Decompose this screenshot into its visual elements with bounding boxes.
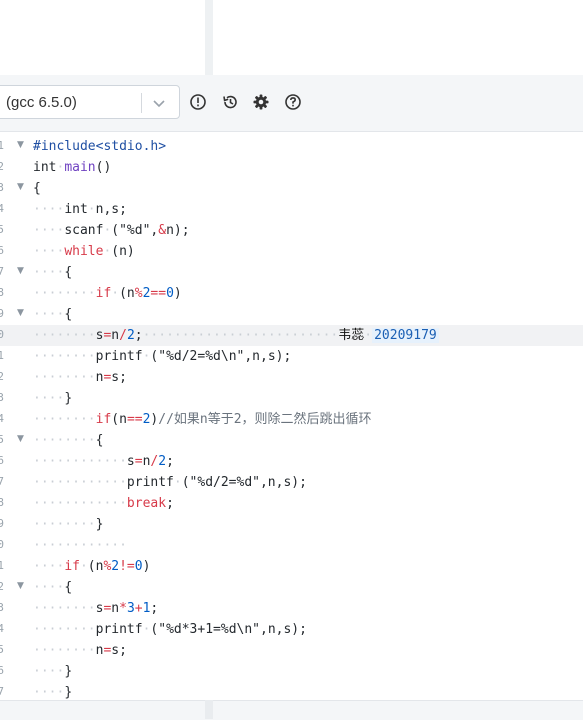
top-panel (0, 0, 583, 75)
line-number: 1 (0, 559, 4, 572)
line-number: 4 (0, 412, 4, 425)
line-number: 0 (0, 538, 4, 551)
fold-arrow-icon[interactable]: ▼ (17, 266, 24, 276)
bottom-panel-divider[interactable] (205, 700, 213, 719)
line-number: 5 (0, 223, 4, 236)
code-line: 5 ········n=s; (0, 640, 583, 661)
code-line: 3 ········s=n*3+1; (0, 598, 583, 619)
line-number: 9 (0, 517, 4, 530)
code-line-active: 0 ········s=n/2;························… (0, 325, 583, 346)
line-number: 2 (0, 370, 4, 383)
code-line: 5 ▼ ········{ (0, 430, 583, 451)
line-number: 1 (0, 139, 4, 152)
question-circle-icon[interactable] (284, 93, 302, 111)
code-line: 1 ····if·(n%2!=0) (0, 556, 583, 577)
line-number: 7 (0, 685, 4, 698)
code-line: 7 ▼ ····{ (0, 262, 583, 283)
line-number: 8 (0, 286, 4, 299)
code-line: 8 ············break; (0, 493, 583, 514)
line-number: 3 (0, 391, 4, 404)
chevron-down-icon[interactable] (150, 94, 168, 112)
line-number: 1 (0, 349, 4, 362)
code-line: 4 ········if(n==2)//如果n等于2，则除二然后跳出循环 (0, 409, 583, 430)
code-line: 9 ········} (0, 514, 583, 535)
code-line: 4 ········printf·("%d*3+1=%d\n",n,s); (0, 619, 583, 640)
code-line: 6 ····} (0, 661, 583, 682)
gear-icon[interactable] (252, 93, 270, 111)
line-number: 3 (0, 601, 4, 614)
code-line: 7 ····} (0, 682, 583, 700)
fold-arrow-icon[interactable]: ▼ (17, 182, 24, 192)
code-line: 1 ········printf·("%d/2=%d\n",n,s); (0, 346, 583, 367)
line-number: 5 (0, 643, 4, 656)
code-line: 2 ········n=s; (0, 367, 583, 388)
code-line: 2 ▼ ····{ (0, 577, 583, 598)
toolbar: (gcc 6.5.0) (0, 75, 583, 132)
code-line: 6 ····while·(n) (0, 241, 583, 262)
line-number: 3 (0, 181, 4, 194)
code-line: 3 ▼ { (0, 178, 583, 199)
line-number: 6 (0, 664, 4, 677)
line-number: 4 (0, 622, 4, 635)
code-line: 8 ········if·(n%2==0) (0, 283, 583, 304)
fold-arrow-icon[interactable]: ▼ (17, 434, 24, 444)
code-line: 0 ············ (0, 535, 583, 556)
author-id: 20209179 (372, 328, 439, 343)
fold-arrow-icon[interactable]: ▼ (17, 308, 24, 318)
line-number: 7 (0, 265, 4, 278)
line-number: 0 (0, 328, 4, 341)
line-number: 5 (0, 433, 4, 446)
fold-arrow-icon[interactable]: ▼ (17, 140, 24, 150)
select-separator (141, 93, 142, 113)
line-number: 2 (0, 160, 4, 173)
line-number: 8 (0, 496, 4, 509)
code-line: 7 ············printf·("%d/2=%d",n,s); (0, 472, 583, 493)
history-icon[interactable] (221, 93, 239, 111)
code-line: 6 ············s=n/2; (0, 451, 583, 472)
code-line: 1 ▼ #include<stdio.h> (0, 136, 583, 157)
line-number: 6 (0, 454, 4, 467)
line-number: 6 (0, 244, 4, 257)
line-number: 4 (0, 202, 4, 215)
bottom-panel (0, 700, 583, 720)
panel-divider[interactable] (205, 0, 213, 75)
compiler-select[interactable]: (gcc 6.5.0) (0, 85, 180, 119)
code-line: 4 ····int·n,s; (0, 199, 583, 220)
exclamation-circle-icon[interactable] (189, 93, 207, 111)
fold-arrow-icon[interactable]: ▼ (17, 581, 24, 591)
line-number: 7 (0, 475, 4, 488)
code-line: 3 ····} (0, 388, 583, 409)
compiler-select-value: (gcc 6.5.0) (6, 94, 77, 111)
code-line: 2 int·main() (0, 157, 583, 178)
code-editor[interactable]: 1 ▼ #include<stdio.h> 2 int·main() 3 ▼ {… (0, 132, 583, 700)
line-number: 9 (0, 307, 4, 320)
code-line: 9 ▼ ····{ (0, 304, 583, 325)
code-comment: //如果n等于2，则除二然后跳出循环 (158, 412, 372, 427)
author-name: 韦蕊 (338, 328, 365, 343)
code-line: 5 ····scanf·("%d",&n); (0, 220, 583, 241)
line-number: 2 (0, 580, 4, 593)
